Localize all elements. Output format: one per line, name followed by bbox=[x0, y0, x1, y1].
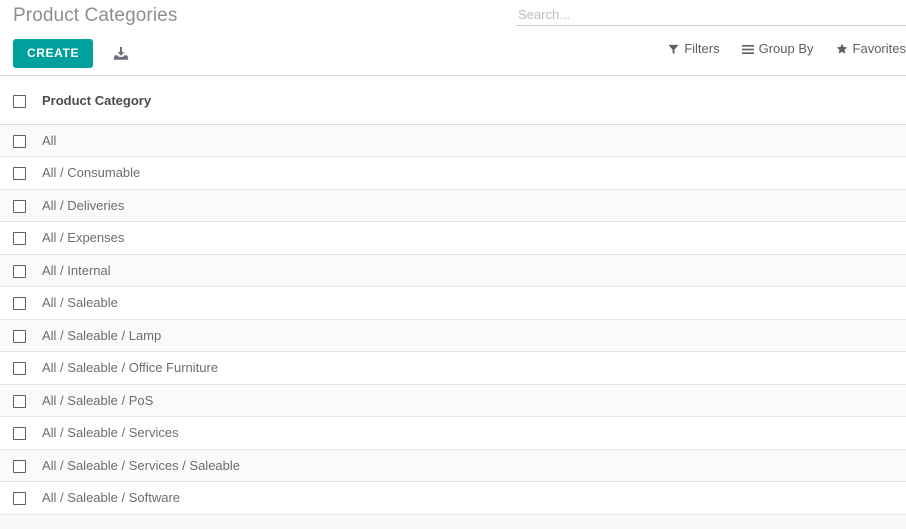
row-select-cell bbox=[0, 189, 41, 222]
table-body: All All / Consumable All / Deliveries All /… bbox=[0, 124, 906, 515]
filters-label: Filters bbox=[684, 41, 720, 56]
table-head: Product Category bbox=[0, 77, 906, 125]
row-checkbox[interactable] bbox=[13, 232, 26, 246]
row-select-cell bbox=[0, 416, 41, 450]
row-checkbox[interactable] bbox=[13, 394, 26, 408]
control-panel-left: Product Categories CREATE bbox=[13, 0, 533, 68]
row-checkbox[interactable] bbox=[13, 492, 26, 506]
breadcrumb[interactable]: Product Categories bbox=[13, 0, 533, 30]
row-select-cell bbox=[0, 221, 41, 255]
table-row[interactable]: All / Saleable / Office Furniture bbox=[0, 351, 906, 385]
search-dropdown-bar: Filters Group By Favorites bbox=[668, 41, 906, 57]
control-panel-buttons: CREATE bbox=[13, 39, 533, 68]
table-row[interactable]: All / Deliveries bbox=[0, 189, 906, 222]
control-panel: Product Categories CREATE Search... Filt… bbox=[0, 0, 906, 76]
favorites-dropdown-toggle[interactable]: Favorites bbox=[836, 41, 906, 57]
table-row[interactable]: All / Saleable bbox=[0, 286, 906, 320]
select-all-header-cell bbox=[0, 77, 41, 125]
row-checkbox[interactable] bbox=[13, 199, 26, 213]
table-row[interactable]: All / Saleable / Services / Saleable bbox=[0, 449, 906, 482]
row-checkbox[interactable] bbox=[13, 459, 26, 473]
favorites-label: Favorites bbox=[852, 41, 906, 56]
table-row[interactable]: All / Saleable / Software bbox=[0, 481, 906, 515]
row-product-category-cell[interactable]: All / Consumable bbox=[41, 156, 906, 190]
row-select-cell bbox=[0, 156, 41, 190]
row-product-category-cell[interactable]: All / Saleable / Services bbox=[41, 416, 906, 450]
control-panel-right: Filters Group By bbox=[486, 0, 906, 76]
funnel-icon bbox=[668, 44, 679, 55]
hamburger-icon bbox=[741, 44, 754, 55]
list-view-container: Product Category All All / Consumable All … bbox=[0, 77, 906, 529]
row-product-category-cell[interactable]: All / Saleable / Lamp bbox=[41, 319, 906, 352]
row-checkbox[interactable] bbox=[13, 297, 26, 311]
row-product-category-cell[interactable]: All / Saleable / Software bbox=[41, 481, 906, 515]
row-select-cell bbox=[0, 124, 41, 157]
row-product-category-cell[interactable]: All / Internal bbox=[41, 254, 906, 287]
odoo-list-view-page: Product Categories CREATE Search... Filt… bbox=[0, 0, 906, 529]
row-select-cell bbox=[0, 319, 41, 352]
row-select-cell bbox=[0, 286, 41, 320]
select-all-checkbox[interactable] bbox=[13, 94, 26, 108]
table-row[interactable]: All / Saleable / PoS bbox=[0, 384, 906, 417]
table-row[interactable]: All / Consumable bbox=[0, 156, 906, 190]
row-checkbox[interactable] bbox=[13, 264, 26, 278]
search-view[interactable] bbox=[516, 4, 906, 26]
create-button[interactable]: CREATE bbox=[13, 39, 94, 68]
row-checkbox[interactable] bbox=[13, 362, 26, 376]
row-select-cell bbox=[0, 384, 41, 417]
table-row[interactable]: All / Saleable / Services bbox=[0, 416, 906, 450]
row-select-cell bbox=[0, 351, 41, 385]
row-select-cell bbox=[0, 449, 41, 482]
search-input[interactable] bbox=[516, 4, 906, 25]
group-by-label: Group By bbox=[758, 41, 814, 56]
row-checkbox[interactable] bbox=[13, 329, 26, 343]
row-checkbox[interactable] bbox=[13, 134, 26, 148]
row-checkbox[interactable] bbox=[13, 427, 26, 441]
row-product-category-cell[interactable]: All / Deliveries bbox=[41, 189, 906, 222]
row-product-category-cell[interactable]: All / Saleable / Office Furniture bbox=[41, 351, 906, 385]
star-icon bbox=[836, 43, 848, 55]
row-product-category-cell[interactable]: All / Expenses bbox=[41, 221, 906, 255]
group-by-dropdown-toggle[interactable]: Group By bbox=[741, 41, 814, 57]
list-footer-space bbox=[0, 514, 906, 529]
product-category-table: Product Category All All / Consumable All … bbox=[0, 77, 906, 515]
table-row[interactable]: All / Saleable / Lamp bbox=[0, 319, 906, 352]
row-product-category-cell[interactable]: All / Saleable / Services / Saleable bbox=[41, 449, 906, 482]
row-select-cell bbox=[0, 481, 41, 515]
import-download-icon[interactable] bbox=[112, 45, 130, 63]
row-product-category-cell[interactable]: All / Saleable bbox=[41, 286, 906, 320]
filters-dropdown-toggle[interactable]: Filters bbox=[668, 41, 720, 57]
table-row[interactable]: All / Internal bbox=[0, 254, 906, 287]
table-row[interactable]: All / Expenses bbox=[0, 221, 906, 255]
row-checkbox[interactable] bbox=[13, 167, 26, 181]
row-select-cell bbox=[0, 254, 41, 287]
row-product-category-cell[interactable]: All / Saleable / PoS bbox=[41, 384, 906, 417]
row-product-category-cell[interactable]: All bbox=[41, 124, 906, 157]
column-header-product-category[interactable]: Product Category bbox=[41, 77, 906, 125]
table-row[interactable]: All bbox=[0, 124, 906, 157]
table-header-row: Product Category bbox=[0, 77, 906, 125]
